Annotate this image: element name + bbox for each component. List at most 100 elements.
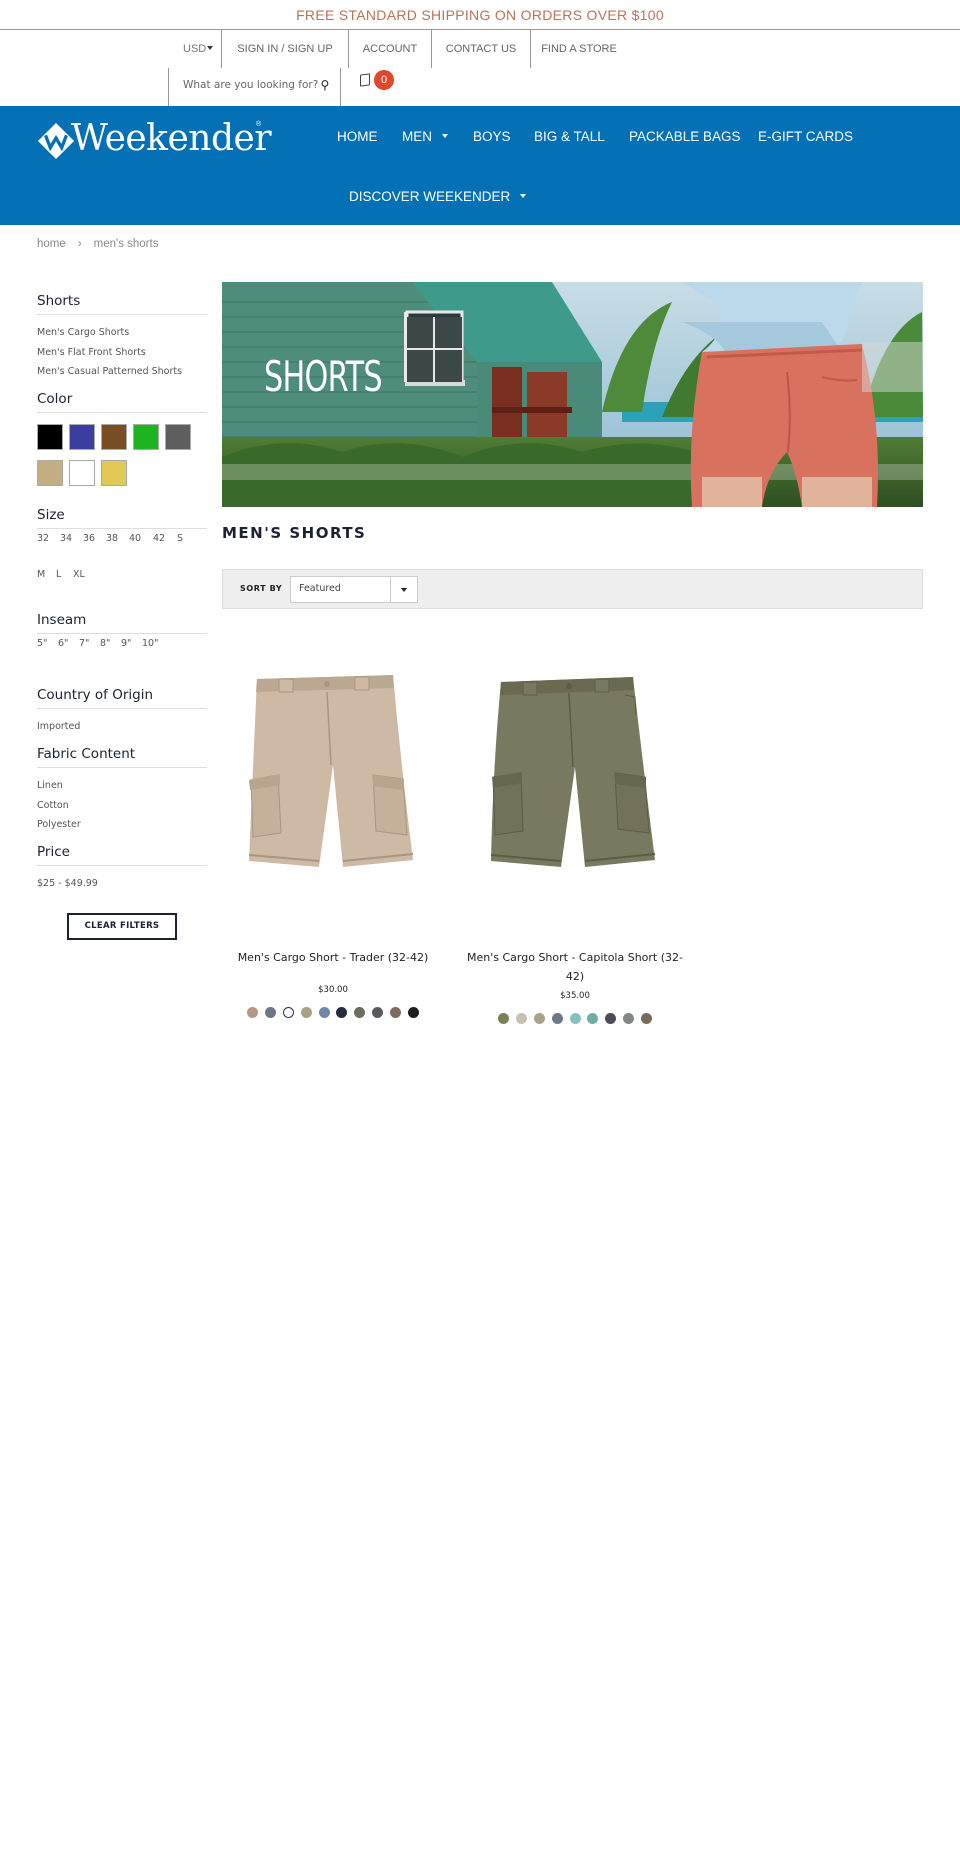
size-option[interactable]: L	[56, 569, 61, 580]
inseam-option[interactable]: 10"	[142, 638, 158, 649]
caret-down-icon	[207, 46, 214, 50]
color-swatch[interactable]	[101, 424, 127, 450]
product-color-swatch[interactable]	[300, 1007, 312, 1018]
color-swatch-grid	[37, 421, 207, 491]
product-color-swatch[interactable]	[247, 1007, 259, 1018]
size-option[interactable]: 32	[37, 533, 49, 544]
product-color-swatch[interactable]	[336, 1007, 348, 1018]
product-image[interactable]	[465, 655, 685, 915]
search-input[interactable]	[183, 76, 318, 94]
nav-big-tall-label: BIG & TALL	[534, 129, 605, 144]
color-swatch[interactable]	[101, 460, 127, 486]
shipping-announcement: FREE STANDARD SHIPPING ON ORDERS OVER $1…	[0, 0, 960, 30]
nav-boys-label: BOYS	[473, 129, 511, 144]
product-color-swatch[interactable]	[407, 1007, 419, 1018]
product-color-swatch[interactable]	[605, 1013, 617, 1024]
filter-inseam: Inseam 5" 6" 7" 8" 9" 10"	[37, 612, 207, 649]
size-option[interactable]: XL	[73, 569, 85, 580]
nav-discover-weekender[interactable]: DISCOVER WEEKENDER	[349, 187, 527, 207]
weekender-logo[interactable]: Weekender ®	[37, 116, 277, 162]
caret-down-icon	[390, 577, 417, 602]
inseam-option[interactable]: 6"	[58, 638, 68, 649]
find-store-link[interactable]: FIND A STORE	[531, 30, 627, 68]
signin-link[interactable]: SIGN IN / SIGN UP	[222, 30, 349, 68]
inseam-option[interactable]: 7"	[79, 638, 89, 649]
nav-home-label: HOME	[337, 129, 378, 144]
caret-down-icon	[520, 194, 527, 198]
weekender-emblem-icon	[37, 122, 75, 160]
inseam-option[interactable]: 8"	[100, 638, 110, 649]
color-swatch[interactable]	[69, 460, 95, 486]
inseam-option[interactable]: 5"	[37, 638, 47, 649]
color-swatch[interactable]	[165, 424, 191, 450]
filter-link-imported[interactable]: Imported	[37, 717, 207, 737]
product-color-swatch[interactable]	[498, 1013, 510, 1024]
size-option[interactable]: 38	[106, 533, 118, 544]
nav-packable-bags-label: PACKABLE BAGS	[629, 129, 741, 144]
color-swatch[interactable]	[133, 424, 159, 450]
filter-link-cotton[interactable]: Cotton	[37, 796, 207, 816]
sort-bar: SORT BY Featured	[222, 569, 923, 609]
product-color-swatch[interactable]	[354, 1007, 366, 1018]
cart-button[interactable]: 0	[358, 70, 398, 96]
nav-egift-cards[interactable]: E-GIFT CARDS	[758, 127, 853, 147]
size-option[interactable]: 34	[60, 533, 72, 544]
nav-boys[interactable]: BOYS	[473, 127, 511, 147]
search-box: ⚲	[168, 68, 341, 106]
product-color-swatch[interactable]	[516, 1013, 528, 1024]
product-color-swatch[interactable]	[318, 1007, 330, 1018]
product-color-swatch[interactable]	[389, 1007, 401, 1018]
product-price: $30.00	[318, 985, 348, 995]
nav-discover-label: DISCOVER WEEKENDER	[349, 189, 511, 204]
product-color-swatch[interactable]	[551, 1013, 563, 1024]
inseam-option[interactable]: 9"	[121, 638, 131, 649]
product-name[interactable]: Men's Cargo Short - Trader (32-42)	[223, 948, 443, 967]
clear-filters-button[interactable]: CLEAR FILTERS	[67, 913, 177, 940]
filter-link-flat-front-shorts[interactable]: Men's Flat Front Shorts	[37, 343, 207, 363]
size-option[interactable]: M	[37, 569, 45, 580]
filter-heading-shorts: Shorts	[37, 293, 207, 315]
size-option[interactable]: 42	[153, 533, 165, 544]
product-color-swatch[interactable]	[533, 1013, 545, 1024]
breadcrumb-separator: ›	[77, 238, 82, 250]
sort-label: SORT BY	[240, 584, 283, 593]
size-option[interactable]: S	[177, 533, 183, 544]
product-color-swatch[interactable]	[587, 1013, 599, 1024]
filter-heading-size: Size	[37, 507, 207, 529]
filter-country-of-origin: Country of Origin Imported	[37, 687, 207, 737]
registered-mark: ®	[256, 121, 262, 128]
filter-link-linen[interactable]: Linen	[37, 776, 207, 796]
product-color-swatch[interactable]	[569, 1013, 581, 1024]
filter-price: Price $25 - $49.99	[37, 844, 207, 894]
account-link[interactable]: ACCOUNT	[349, 30, 432, 68]
product-color-swatches	[465, 1013, 685, 1025]
inseam-options: 5" 6" 7" 8" 9" 10"	[37, 638, 207, 652]
filter-link-cargo-shorts[interactable]: Men's Cargo Shorts	[37, 323, 207, 343]
currency-selector[interactable]: USD	[168, 30, 222, 68]
nav-packable-bags[interactable]: PACKABLE BAGS	[629, 127, 741, 147]
product-color-swatch[interactable]	[265, 1007, 277, 1018]
nav-big-tall[interactable]: BIG & TALL	[534, 127, 605, 147]
search-icon[interactable]: ⚲	[317, 77, 333, 93]
contact-link[interactable]: CONTACT US	[432, 30, 531, 68]
filter-link-patterned-shorts[interactable]: Men's Casual Patterned Shorts	[37, 362, 207, 382]
size-option[interactable]: 36	[83, 533, 95, 544]
sort-select[interactable]: Featured	[290, 576, 418, 603]
filter-link-price-range[interactable]: $25 - $49.99	[37, 874, 207, 894]
product-color-swatch[interactable]	[640, 1013, 652, 1024]
color-swatch[interactable]	[37, 424, 63, 450]
product-image[interactable]	[223, 655, 443, 915]
nav-men[interactable]: MEN	[402, 127, 448, 147]
nav-home[interactable]: HOME	[337, 127, 378, 147]
color-swatch[interactable]	[69, 424, 95, 450]
product-color-swatch[interactable]	[622, 1013, 634, 1024]
filter-fabric-content: Fabric Content Linen Cotton Polyester	[37, 746, 207, 835]
color-swatch[interactable]	[37, 460, 63, 486]
product-name[interactable]: Men's Cargo Short - Capitola Short (32-4…	[465, 948, 685, 986]
product-color-swatch[interactable]	[283, 1007, 295, 1018]
product-color-swatch[interactable]	[371, 1007, 383, 1018]
sort-selected-value: Featured	[299, 583, 341, 594]
size-option[interactable]: 40	[129, 533, 141, 544]
filter-link-polyester[interactable]: Polyester	[37, 815, 207, 835]
breadcrumb-home[interactable]: home	[37, 238, 66, 250]
